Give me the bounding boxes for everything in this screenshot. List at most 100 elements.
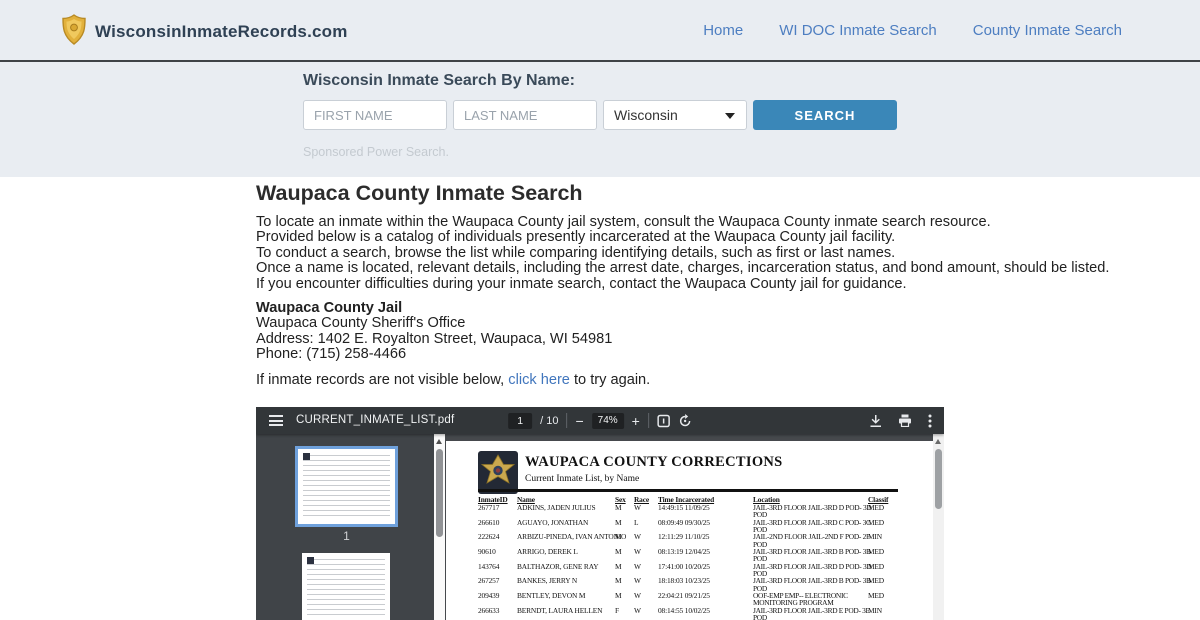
cell-race: W bbox=[634, 532, 641, 542]
cell-race: W bbox=[634, 561, 641, 571]
cell-sex: M bbox=[615, 503, 622, 512]
search-panel-title: Wisconsin Inmate Search By Name: bbox=[303, 72, 575, 89]
document-subtitle: Current Inmate List, by Name bbox=[525, 474, 640, 484]
facility-office: Waupaca County Sheriff's Office bbox=[256, 315, 466, 332]
zoom-level[interactable]: 74% bbox=[591, 412, 624, 429]
cell-id: 266610 bbox=[478, 517, 500, 527]
inmate-row: 267257 BANKES, JERRY N M W 18:18:03 10/23/25… bbox=[478, 577, 908, 592]
inmate-search-panel: Wisconsin Inmate Search By Name: Wiscons… bbox=[0, 62, 1200, 177]
retry-note-text: to try again. bbox=[569, 371, 651, 388]
cell-name: BALTHAZOR, GENE RAY bbox=[517, 561, 599, 571]
facility-phone: Phone: (715) 258-4466 bbox=[256, 346, 407, 363]
search-button[interactable]: SEARCH bbox=[753, 100, 897, 130]
cell-race: W bbox=[634, 605, 641, 615]
cell-name: BERNDT, LAURA HELLEN bbox=[517, 605, 603, 615]
rotate-icon[interactable] bbox=[678, 413, 692, 428]
cell-classif: MED bbox=[868, 561, 884, 571]
cell-sex: M bbox=[615, 576, 622, 586]
cell-name: ARRIGO, DEREK L bbox=[517, 547, 578, 557]
cell-location: JAIL-3RD FLOOR JAIL-3RD E POD- 3E POD bbox=[753, 605, 870, 620]
cell-race: W bbox=[634, 503, 641, 512]
nav-wi-doc-inmate-search[interactable]: WI DOC Inmate Search bbox=[779, 22, 937, 39]
page-number-input[interactable]: 1 bbox=[508, 412, 533, 429]
cell-race: W bbox=[634, 576, 641, 586]
click-here-link[interactable]: click here bbox=[508, 372, 570, 388]
cell-race: W bbox=[634, 591, 641, 601]
state-select-value: Wisconsin bbox=[614, 107, 678, 123]
cell-race: W bbox=[634, 547, 641, 557]
more-options-icon[interactable] bbox=[928, 414, 932, 428]
cell-classif: MIN bbox=[868, 605, 882, 615]
inmate-row: 266633 BERNDT, LAURA HELLEN F W 08:14:55 10/… bbox=[478, 605, 908, 620]
cell-sex: M bbox=[615, 561, 622, 571]
retry-note: If inmate records are not visible below,… bbox=[256, 371, 1196, 388]
pdf-filename: CURRENT_INMATE_LIST.pdf bbox=[296, 414, 455, 426]
cell-id: 222624 bbox=[478, 532, 500, 542]
cell-sex: M bbox=[615, 532, 622, 542]
page-thumbnail-1[interactable] bbox=[298, 449, 395, 524]
inmate-table: InmateID Name Sex Race Time Incarcerated Loca… bbox=[478, 496, 908, 620]
zoom-out-button[interactable]: − bbox=[575, 413, 583, 429]
cell-time: 08:14:55 10/02/25 bbox=[658, 605, 710, 615]
last-name-input[interactable] bbox=[453, 100, 597, 130]
cell-race: L bbox=[634, 517, 639, 527]
hamburger-menu-icon[interactable] bbox=[269, 415, 283, 426]
paragraph-line: Provided below is a catalog of individua… bbox=[256, 229, 896, 246]
divider bbox=[478, 489, 898, 492]
facility-name: Waupaca County Jail bbox=[256, 300, 403, 317]
page-thumbnail-2[interactable] bbox=[302, 553, 390, 620]
paragraph-line: Once a name is located, relevant details… bbox=[256, 260, 1110, 277]
scrollbar-thumb[interactable] bbox=[436, 449, 443, 537]
document-title: WAUPACA COUNTY CORRECTIONS bbox=[525, 454, 783, 470]
download-icon[interactable] bbox=[869, 414, 882, 428]
state-select[interactable]: Wisconsin bbox=[603, 100, 747, 130]
pdf-viewer: CURRENT_INMATE_LIST.pdf 1 / 10 − 74% + 1… bbox=[256, 407, 944, 620]
cell-classif: MED bbox=[868, 576, 884, 586]
cell-location: JAIL-2ND FLOOR JAIL-2ND F POD- 2F POD bbox=[753, 532, 870, 549]
nav-county-inmate-search[interactable]: County Inmate Search bbox=[973, 22, 1122, 39]
badge-icon bbox=[60, 14, 88, 50]
paragraph-line: To locate an inmate within the Waupaca C… bbox=[256, 214, 991, 230]
pdf-content-area: 1 WAUPACA COUNTY CORRECTIONS Current Inm… bbox=[256, 434, 944, 620]
inmate-row: 266610 AGUAYO, JONATHAN M L 08:09:49 09/30/2… bbox=[478, 517, 908, 534]
cell-time: 22:04:21 09/21/25 bbox=[658, 591, 710, 601]
first-name-input[interactable] bbox=[303, 100, 447, 130]
cell-location: JAIL-3RD FLOOR JAIL-3RD B POD- 3B POD bbox=[753, 547, 871, 564]
cell-name: BANKES, JERRY N bbox=[517, 576, 578, 586]
pdf-page: WAUPACA COUNTY CORRECTIONS Current Inmat… bbox=[446, 441, 933, 620]
print-icon[interactable] bbox=[898, 414, 912, 427]
zoom-in-button[interactable]: + bbox=[632, 413, 640, 429]
cell-id: 90610 bbox=[478, 547, 496, 557]
article: Waupaca County Inmate Search To locate a… bbox=[256, 177, 1196, 388]
cell-time: 08:13:19 12/04/25 bbox=[658, 547, 710, 557]
cell-id: 209439 bbox=[478, 591, 500, 601]
intro-paragraph: To locate an inmate within the Waupaca C… bbox=[256, 214, 1196, 292]
main-nav: Home WI DOC Inmate Search County Inmate … bbox=[703, 0, 1122, 60]
cell-id: 267257 bbox=[478, 576, 500, 586]
paragraph-line: If you encounter difficulties during you… bbox=[256, 275, 907, 292]
scroll-up-arrow[interactable] bbox=[436, 439, 442, 444]
cell-name: AGUAYO, JONATHAN bbox=[517, 517, 589, 527]
toolbar-divider bbox=[566, 413, 568, 428]
thumbnail-page-number: 1 bbox=[343, 529, 350, 543]
site-logo[interactable]: WisconsinInmateRecords.com bbox=[60, 14, 348, 50]
cell-classif: MIN bbox=[868, 532, 882, 542]
cell-sex: M bbox=[615, 547, 622, 557]
cell-time: 17:41:00 10/20/25 bbox=[658, 561, 710, 571]
cell-sex: M bbox=[615, 591, 622, 601]
pdf-scrollbar[interactable] bbox=[933, 434, 944, 620]
thumbnail-scrollbar[interactable] bbox=[434, 434, 445, 620]
cell-time: 18:18:03 10/23/25 bbox=[658, 576, 710, 586]
scrollbar-thumb[interactable] bbox=[935, 449, 942, 509]
cell-classif: MED bbox=[868, 547, 884, 557]
cell-sex: F bbox=[615, 605, 619, 615]
cell-location: OOF-EMP EMP-- ELECTRONIC MONITORING PROGR… bbox=[753, 591, 848, 608]
nav-home[interactable]: Home bbox=[703, 22, 743, 39]
scroll-up-arrow[interactable] bbox=[935, 439, 941, 444]
cell-id: 266633 bbox=[478, 605, 500, 615]
fit-page-icon[interactable] bbox=[657, 414, 670, 428]
inmate-row: 209439 BENTLEY, DEVON M M W 22:04:21 09/21/2… bbox=[478, 592, 908, 607]
cell-classif: MED bbox=[868, 517, 884, 527]
cell-id: 267717 bbox=[478, 503, 500, 512]
cell-location: JAIL-3RD FLOOR JAIL-3RD D POD- 3D POD bbox=[753, 503, 872, 520]
